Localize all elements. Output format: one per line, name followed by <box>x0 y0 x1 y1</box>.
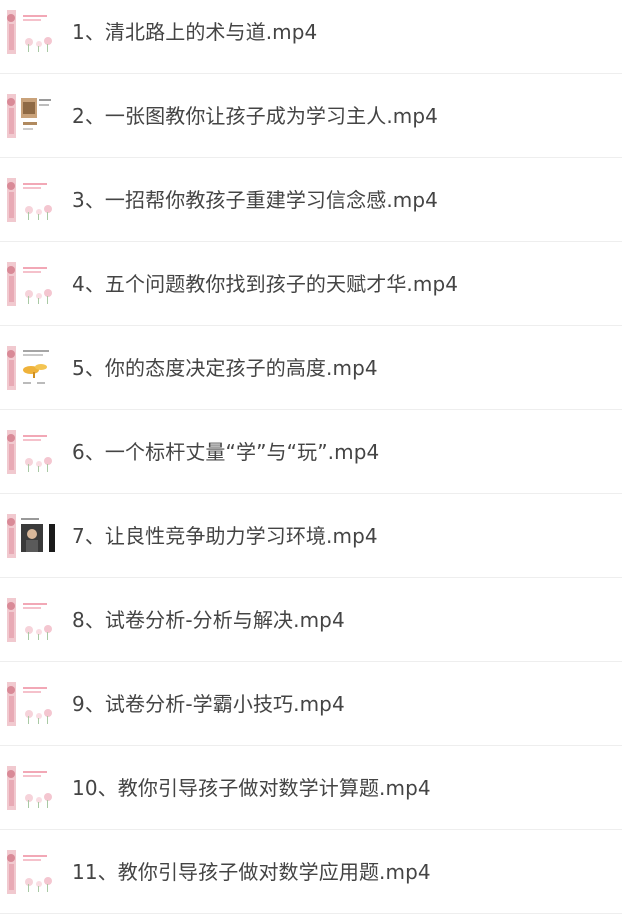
file-row-6[interactable]: 6、一个标杆丈量“学”与“玩”.mp4 <box>0 410 622 494</box>
file-row-11[interactable]: 11、教你引导孩子做对数学应用题.mp4 <box>0 830 622 914</box>
video-thumbnail <box>7 430 57 474</box>
video-thumbnail <box>7 94 57 138</box>
video-file-list: 1、清北路上的术与道.mp4 2、一张图教你让孩子成为学习主人.mp4 3、一招… <box>0 0 622 914</box>
file-name: 10、教你引导孩子做对数学计算题.mp4 <box>72 776 431 800</box>
video-thumbnail <box>7 766 57 810</box>
portrait-slide-thumbnail-icon <box>7 514 57 558</box>
video-thumbnail <box>7 682 57 726</box>
file-row-9[interactable]: 9、试卷分析-学霸小技巧.mp4 <box>0 662 622 746</box>
video-thumbnail <box>7 598 57 642</box>
file-name: 2、一张图教你让孩子成为学习主人.mp4 <box>72 104 438 128</box>
pink-flower-thumbnail-icon <box>7 10 57 54</box>
file-row-7[interactable]: 7、让良性竞争助力学习环境.mp4 <box>0 494 622 578</box>
photo-slide-thumbnail-icon <box>7 94 57 138</box>
file-row-4[interactable]: 4、五个问题教你找到孩子的天赋才华.mp4 <box>0 242 622 326</box>
file-name: 6、一个标杆丈量“学”与“玩”.mp4 <box>72 440 380 464</box>
pink-flower-thumbnail-icon <box>7 178 57 222</box>
file-name: 9、试卷分析-学霸小技巧.mp4 <box>72 692 345 716</box>
file-name: 1、清北路上的术与道.mp4 <box>72 20 318 44</box>
video-thumbnail <box>7 262 57 306</box>
file-name: 8、试卷分析-分析与解决.mp4 <box>72 608 345 632</box>
pink-flower-thumbnail-icon <box>7 262 57 306</box>
file-row-2[interactable]: 2、一张图教你让孩子成为学习主人.mp4 <box>0 74 622 158</box>
pink-flower-thumbnail-icon <box>7 766 57 810</box>
video-thumbnail <box>7 346 57 390</box>
pink-flower-thumbnail-icon <box>7 430 57 474</box>
file-row-10[interactable]: 10、教你引导孩子做对数学计算题.mp4 <box>0 746 622 830</box>
file-row-1[interactable]: 1、清北路上的术与道.mp4 <box>0 0 622 74</box>
video-thumbnail <box>7 850 57 894</box>
file-row-3[interactable]: 3、一招帮你教孩子重建学习信念感.mp4 <box>0 158 622 242</box>
file-name: 4、五个问题教你找到孩子的天赋才华.mp4 <box>72 272 459 296</box>
video-thumbnail <box>7 10 57 54</box>
file-row-5[interactable]: 5、你的态度决定孩子的高度.mp4 <box>0 326 622 410</box>
pink-flower-thumbnail-icon <box>7 598 57 642</box>
file-row-8[interactable]: 8、试卷分析-分析与解决.mp4 <box>0 578 622 662</box>
file-name: 3、一招帮你教孩子重建学习信念感.mp4 <box>72 188 438 212</box>
video-thumbnail <box>7 514 57 558</box>
file-name: 5、你的态度决定孩子的高度.mp4 <box>72 356 378 380</box>
file-name: 11、教你引导孩子做对数学应用题.mp4 <box>72 860 431 884</box>
yellow-illustration-thumbnail-icon <box>7 346 57 390</box>
video-thumbnail <box>7 178 57 222</box>
pink-flower-thumbnail-icon <box>7 682 57 726</box>
file-name: 7、让良性竞争助力学习环境.mp4 <box>72 524 378 548</box>
pink-flower-thumbnail-icon <box>7 850 57 894</box>
